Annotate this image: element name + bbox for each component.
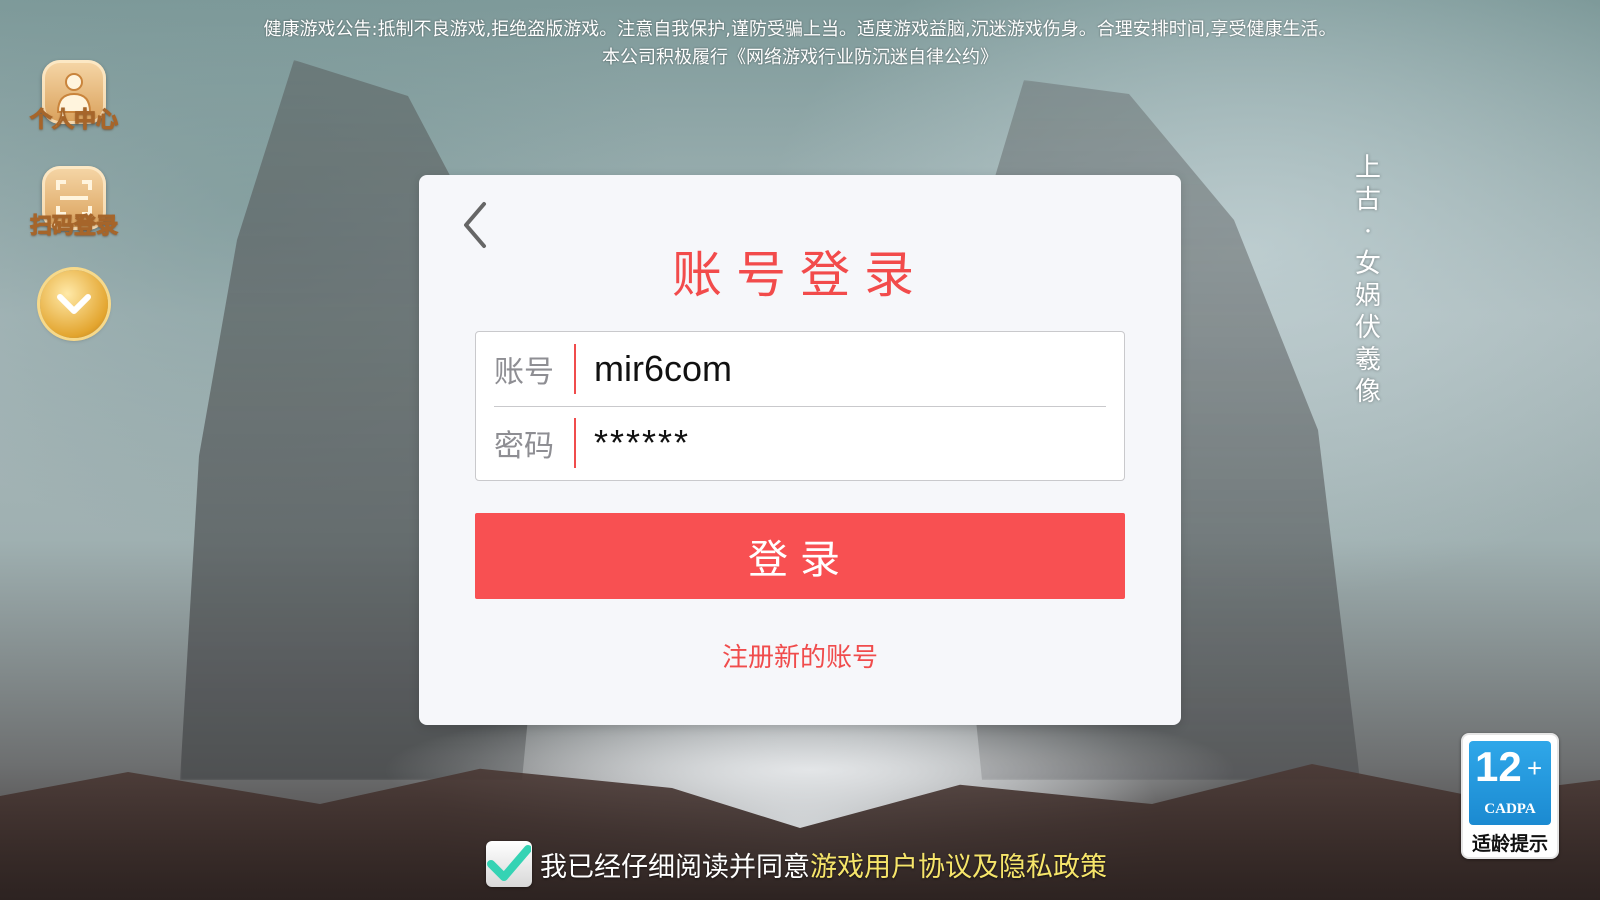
login-dialog: 账号登录 账号 密码 登录 注册新的账号 bbox=[419, 175, 1181, 725]
profile-button[interactable]: 个人中心 bbox=[22, 60, 126, 134]
account-label: 账号 bbox=[494, 355, 554, 390]
profile-label: 个人中心 bbox=[29, 108, 118, 134]
account-row: 账号 bbox=[494, 332, 1106, 407]
password-label: 密码 bbox=[494, 429, 554, 464]
login-button[interactable]: 登录 bbox=[475, 513, 1125, 599]
age-rating-org: CADPA bbox=[1484, 801, 1536, 817]
login-form: 账号 密码 bbox=[475, 331, 1125, 481]
field-divider bbox=[574, 344, 576, 394]
age-rating-number: 12 bbox=[1475, 743, 1522, 790]
health-notice-line2: 本公司积极履行《网络游戏行业防沉迷自律公约》 bbox=[602, 47, 998, 68]
password-row: 密码 bbox=[494, 406, 1106, 480]
artwork-caption-char: 娲 bbox=[1354, 281, 1381, 311]
game-background: 健康游戏公告:抵制不良游戏,拒绝盗版游戏。注意自我保护,谨防受骗上当。适度游戏益… bbox=[0, 0, 1600, 900]
agreement-checkbox[interactable] bbox=[486, 841, 532, 887]
health-notice: 健康游戏公告:抵制不良游戏,拒绝盗版游戏。注意自我保护,谨防受骗上当。适度游戏益… bbox=[0, 16, 1600, 72]
qr-login-label: 扫码登录 bbox=[29, 214, 118, 240]
artwork-caption-char: 羲 bbox=[1354, 345, 1381, 375]
age-rating-badge[interactable]: 12 + CADPA 适龄提示 bbox=[1461, 733, 1559, 859]
artwork-caption-char: · bbox=[1363, 217, 1373, 247]
artwork-caption-char: 女 bbox=[1354, 249, 1381, 279]
artwork-caption-char: 上 bbox=[1354, 153, 1381, 183]
age-rating-plus: + bbox=[1527, 753, 1543, 783]
artwork-caption-char: 伏 bbox=[1354, 313, 1381, 343]
chevron-down-icon bbox=[57, 294, 91, 314]
password-input[interactable] bbox=[594, 413, 1106, 473]
agreement-link[interactable]: 游戏用户协议及隐私政策 bbox=[810, 845, 1107, 884]
account-input[interactable] bbox=[594, 339, 1106, 399]
age-rating-caption: 适龄提示 bbox=[1471, 833, 1548, 855]
artwork-caption-char: 像 bbox=[1354, 377, 1381, 407]
agreement-text: 我已经仔细阅读并同意 bbox=[540, 851, 810, 883]
dialog-title: 账号登录 bbox=[672, 246, 928, 304]
artwork-caption-char: 古 bbox=[1354, 185, 1381, 215]
agreement-row: 我已经仔细阅读并同意 游戏用户协议及隐私政策 bbox=[486, 840, 1107, 888]
checkmark-icon bbox=[487, 845, 531, 881]
field-divider bbox=[574, 418, 576, 468]
age-rating-panel: 12 + CADPA bbox=[1469, 741, 1551, 825]
expand-menu-button[interactable] bbox=[40, 270, 108, 338]
qr-login-button[interactable]: 扫码登录 bbox=[22, 166, 126, 240]
artwork-caption: 上 古 · 女 娲 伏 羲 像 bbox=[1348, 152, 1388, 408]
register-link[interactable]: 注册新的账号 bbox=[419, 637, 1181, 674]
health-notice-line1: 健康游戏公告:抵制不良游戏,拒绝盗版游戏。注意自我保护,谨防受骗上当。适度游戏益… bbox=[263, 19, 1337, 40]
